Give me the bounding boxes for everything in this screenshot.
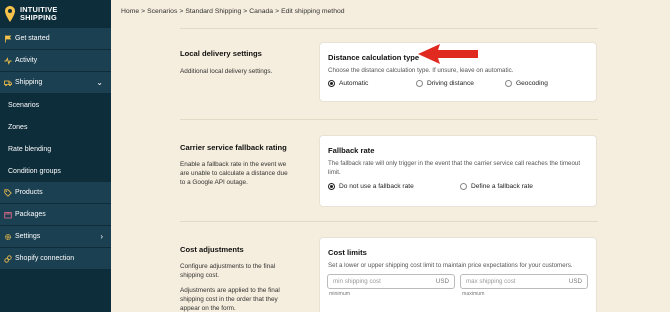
sidebar-item-zones[interactable]: Zones: [0, 116, 111, 138]
max-shipping-cost-input[interactable]: max shipping cost USD: [460, 274, 588, 289]
link-icon: [4, 254, 12, 263]
sidebar-item-get-started[interactable]: Get started: [0, 28, 111, 50]
currency-label: USD: [568, 278, 582, 285]
radio-automatic[interactable]: Automatic: [328, 80, 368, 87]
distance-calculation-title: Distance calculation type: [328, 53, 420, 62]
radio-label: Geocoding: [516, 80, 548, 87]
brand-logo[interactable]: INTUITIVE SHIPPING: [0, 0, 111, 28]
fallback-rating-description: Enable a fallback rate in the event we a…: [180, 161, 288, 186]
fallback-rate-title: Fallback rate: [328, 146, 375, 155]
local-delivery-description: Additional local delivery settings.: [180, 68, 273, 75]
brand-line-2: SHIPPING: [20, 13, 57, 22]
sidebar-item-label: Condition groups: [8, 167, 61, 175]
radio-selected-icon: [328, 80, 335, 87]
gear-icon: [4, 233, 12, 241]
sidebar-nav: Get started Activity Shipping ⌄ Scenario…: [0, 28, 111, 270]
sidebar-item-label: Packages: [15, 211, 46, 218]
radio-unselected-icon: [416, 80, 423, 87]
breadcrumb-separator: >: [141, 8, 146, 15]
sidebar: INTUITIVE SHIPPING Get started Activity …: [0, 0, 111, 312]
breadcrumb-standard-shipping[interactable]: Standard Shipping: [185, 8, 241, 15]
radio-geocoding[interactable]: Geocoding: [505, 80, 548, 87]
divider: [180, 119, 598, 120]
sidebar-item-shopify-connection[interactable]: Shopify connection: [0, 248, 111, 270]
sidebar-item-label: Get started: [15, 35, 50, 42]
radio-label: Driving distance: [427, 80, 474, 87]
breadcrumb-home[interactable]: Home: [121, 8, 139, 15]
input-placeholder: max shipping cost: [466, 278, 516, 285]
sidebar-item-label: Shopify connection: [15, 255, 75, 262]
red-arrow-annotation: [418, 44, 478, 64]
radio-label: Define a fallback rate: [471, 183, 533, 190]
breadcrumb-separator: >: [179, 8, 184, 15]
sidebar-item-label: Zones: [8, 123, 28, 131]
radio-define-fallback[interactable]: Define a fallback rate: [460, 183, 533, 190]
package-icon: [4, 211, 12, 219]
sidebar-item-products[interactable]: Products: [0, 182, 111, 204]
sidebar-item-label: Activity: [15, 57, 38, 64]
divider: [180, 221, 598, 222]
cost-adjustments-description: Configure adjustments to the final shipp…: [180, 263, 276, 279]
radio-label: Automatic: [339, 80, 369, 87]
local-delivery-title: Local delivery settings: [180, 49, 262, 58]
radio-selected-icon: [328, 183, 335, 190]
sidebar-item-rate-blending[interactable]: Rate blending: [0, 138, 111, 160]
sidebar-item-settings[interactable]: Settings ›: [0, 226, 111, 248]
max-hint: maximum: [462, 291, 485, 297]
cost-limits-card: Cost limits Set a lower or upper shippin…: [319, 237, 597, 312]
location-pin-icon: [5, 6, 15, 22]
flag-icon: [4, 35, 12, 43]
radio-label: Do not use a fallback rate: [339, 183, 414, 190]
sidebar-item-label: Rate blending: [8, 145, 52, 153]
breadcrumb: Home > Scenarios > Standard Shipping > Canada >…: [121, 8, 345, 15]
cost-limits-title: Cost limits: [328, 248, 367, 257]
sidebar-item-label: Settings: [15, 233, 41, 240]
chevron-right-icon[interactable]: ›: [100, 232, 103, 241]
radio-no-fallback[interactable]: Do not use a fallback rate: [328, 183, 414, 190]
breadcrumb-separator: >: [275, 8, 280, 15]
radio-unselected-icon: [460, 183, 467, 190]
fallback-rate-card: Fallback rate The fallback rate will onl…: [319, 135, 597, 207]
radio-unselected-icon: [505, 80, 512, 87]
radio-driving-distance[interactable]: Driving distance: [416, 80, 474, 87]
sidebar-item-label: Shipping: [15, 79, 43, 86]
fallback-rating-title: Carrier service fallback rating: [180, 143, 287, 152]
cost-adjustments-order-note: Adjustments are applied to the final shi…: [180, 287, 280, 312]
sidebar-item-scenarios[interactable]: Scenarios: [0, 94, 111, 116]
currency-label: USD: [435, 278, 449, 285]
breadcrumb-canada[interactable]: Canada: [249, 8, 273, 15]
min-hint: minimum: [329, 291, 351, 297]
truck-icon: [4, 79, 12, 87]
cost-adjustments-title: Cost adjustments: [180, 245, 244, 254]
sidebar-item-condition-groups[interactable]: Condition groups: [0, 160, 111, 182]
tag-icon: [4, 188, 12, 197]
divider: [180, 28, 598, 29]
sidebar-item-label: Products: [15, 189, 43, 196]
fallback-rate-help: The fallback rate will only trigger in t…: [328, 160, 581, 176]
activity-icon: [4, 56, 12, 65]
breadcrumb-separator: >: [243, 8, 248, 15]
chevron-down-icon[interactable]: ⌄: [96, 78, 103, 87]
sidebar-item-shipping[interactable]: Shipping ⌄: [0, 72, 111, 94]
input-placeholder: min shipping cost: [333, 278, 381, 285]
breadcrumb-current: Edit shipping method: [281, 8, 345, 15]
sidebar-item-packages[interactable]: Packages: [0, 204, 111, 226]
sidebar-item-activity[interactable]: Activity: [0, 50, 111, 72]
min-shipping-cost-input[interactable]: min shipping cost USD: [327, 274, 455, 289]
distance-calculation-help: Choose the distance calculation type. If…: [328, 67, 514, 74]
cost-limits-help: Set a lower or upper shipping cost limit…: [328, 262, 573, 269]
sidebar-item-label: Scenarios: [8, 101, 40, 109]
breadcrumb-scenarios[interactable]: Scenarios: [147, 8, 177, 15]
